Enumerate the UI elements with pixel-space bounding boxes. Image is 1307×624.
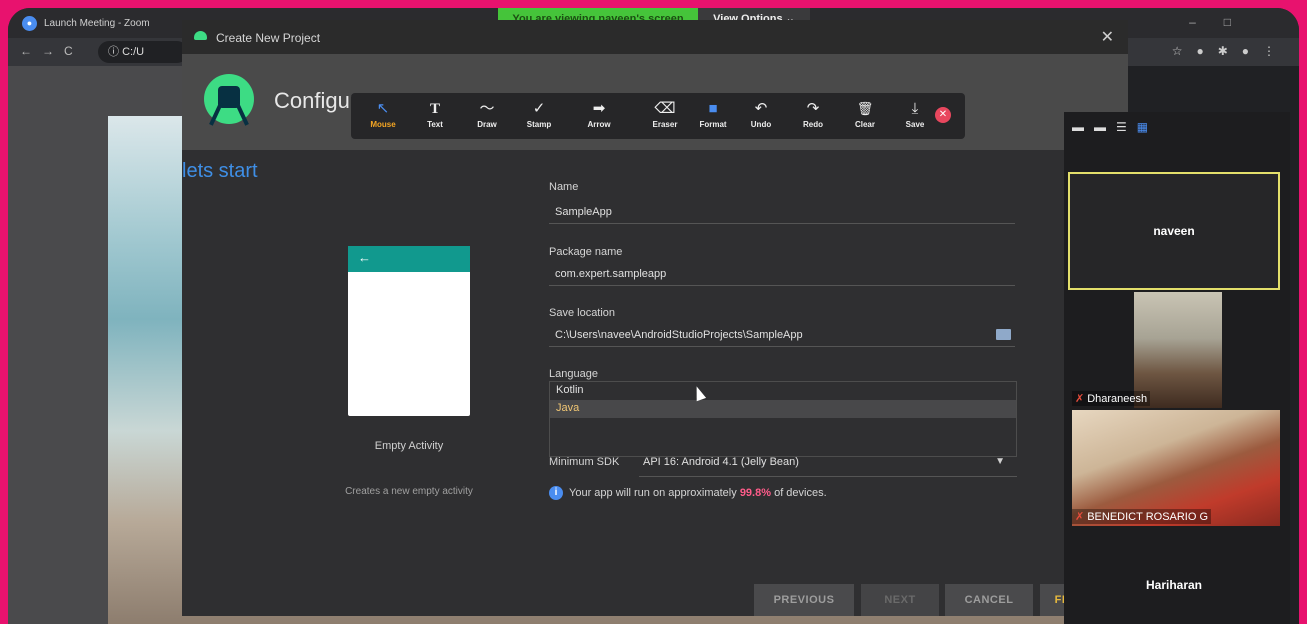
template-name: Empty Activity [374,440,444,452]
participant-tile[interactable]: Hariharan [1068,530,1280,622]
screen-frame: ● Launch Meeting - Zoom –□ You are viewi… [8,8,1299,624]
tool-redo[interactable]: ↷ Redo [793,99,833,129]
cancel-button[interactable]: CANCEL [945,584,1033,616]
text-icon: T [429,101,440,117]
save-location-value: C:\Users\navee\AndroidStudioProjects\Sam… [555,329,803,341]
dropdown-arrow-icon: ▼ [995,456,1005,467]
next-button[interactable]: NEXT [861,584,939,616]
annotation-toolbar: ↖ Mouse T Text 〜 Draw ✓ Stamp ➡ Arrow ⌫ … [351,93,965,139]
tool-save[interactable]: ⤓ Save [895,99,935,129]
dialog-titlebar: Create New Project ✕ [182,20,1128,54]
header-title: Configur [274,88,358,113]
folder-icon[interactable] [996,329,1011,340]
back-arrow-icon: ← [348,246,470,272]
participant-tile[interactable]: ✗ BENEDICT ROSARIO G [1068,410,1280,526]
eraser-icon: ⌫ [654,100,676,117]
language-dropdown-list: Kotlin Java [549,381,1017,457]
stamp-icon: ✓ [532,100,546,117]
zoom-window-title: Launch Meeting - Zoom [44,18,150,29]
draw-icon: 〜 [479,100,495,117]
name-field[interactable]: SampleApp [549,202,1015,224]
tool-format[interactable]: ■ Format [693,99,733,129]
browser-nav-icons[interactable]: ←→C [20,44,83,58]
tool-text[interactable]: T Text [415,99,455,129]
mouse-pointer-icon: ↖ [376,100,390,117]
template-preview: ← [348,246,470,416]
clear-icon: 🗑 [856,101,874,116]
name-label: Name [549,181,579,193]
participant-tile[interactable]: naveen [1068,172,1280,290]
muted-mic-icon: ✗ [1075,393,1085,405]
participant-label: ✗ BENEDICT ROSARIO G [1072,509,1212,524]
muted-mic-icon: ✗ [1075,511,1085,523]
tool-arrow[interactable]: ➡ Arrow [579,99,619,129]
save-location-field[interactable]: C:\Users\navee\AndroidStudioProjects\Sam… [549,325,1015,347]
android-studio-logo-icon [204,74,254,126]
info-icon: i [549,486,563,500]
info-icon: ⓘ [108,46,123,58]
gallery-layout-icons[interactable]: ▬▬☰▦ [1072,120,1158,134]
zoom-app-icon: ● [22,16,37,31]
participant-name: Hariharan [1145,578,1203,592]
participant-gallery: ▬▬☰▦ naveen ✗ Dharaneesh ✗ BENEDICT ROSARI… [1064,112,1290,624]
format-icon: ■ [708,100,718,117]
sdk-value: API 16: Android 4.1 (Jelly Bean) [643,456,799,468]
sdk-label: Minimum SDK [549,456,620,468]
window-controls[interactable]: –□ [1189,15,1259,29]
tool-stamp[interactable]: ✓ Stamp [519,99,559,129]
tool-draw[interactable]: 〜 Draw [467,99,507,129]
slide-heading: lets start [182,160,258,182]
dialog-title: Create New Project [216,31,321,45]
tool-undo[interactable]: ↶ Undo [741,99,781,129]
previous-button[interactable]: PREVIOUS [754,584,854,616]
grid-view-icon: ▦ [1136,120,1159,134]
coverage-percent: 99.8% [739,486,772,499]
language-option-kotlin[interactable]: Kotlin [550,382,1016,400]
language-option-java[interactable]: Java [550,400,1016,418]
participant-label: ✗ Dharaneesh [1072,391,1151,406]
participant-name: naveen [1153,224,1195,238]
arrow-icon: ➡ [592,100,606,117]
package-field[interactable]: com.expert.sampleapp [549,264,1015,286]
redo-icon: ↷ [806,100,820,117]
android-icon [194,31,207,40]
save-location-label: Save location [549,307,616,319]
tool-clear[interactable]: 🗑 Clear [845,99,885,129]
address-text: C:/U [122,46,145,58]
undo-icon: ↶ [754,100,768,117]
participant-tile[interactable]: ✗ Dharaneesh [1068,292,1280,408]
tool-eraser[interactable]: ⌫ Eraser [645,99,685,129]
package-label: Package name [549,246,623,258]
template-description: Creates a new empty activity [345,486,473,497]
device-coverage-info: i Your app will run on approximately 99.8… [549,486,827,500]
minimum-sdk-select[interactable]: Minimum SDK API 16: Android 4.1 (Jelly B… [549,456,1017,478]
close-annotation-icon[interactable]: ✕ [935,107,951,123]
save-icon: ⤓ [911,100,919,117]
close-icon[interactable]: ✕ [1101,27,1114,47]
language-label: Language [549,368,598,380]
tool-mouse[interactable]: ↖ Mouse [363,99,403,129]
address-bar[interactable]: ⓘ C:/U [98,41,188,63]
browser-extension-icons[interactable]: ☆●✱●⋮ [1172,44,1289,58]
dialog-body: ← Empty Activity Creates a new empty act… [182,150,1128,616]
